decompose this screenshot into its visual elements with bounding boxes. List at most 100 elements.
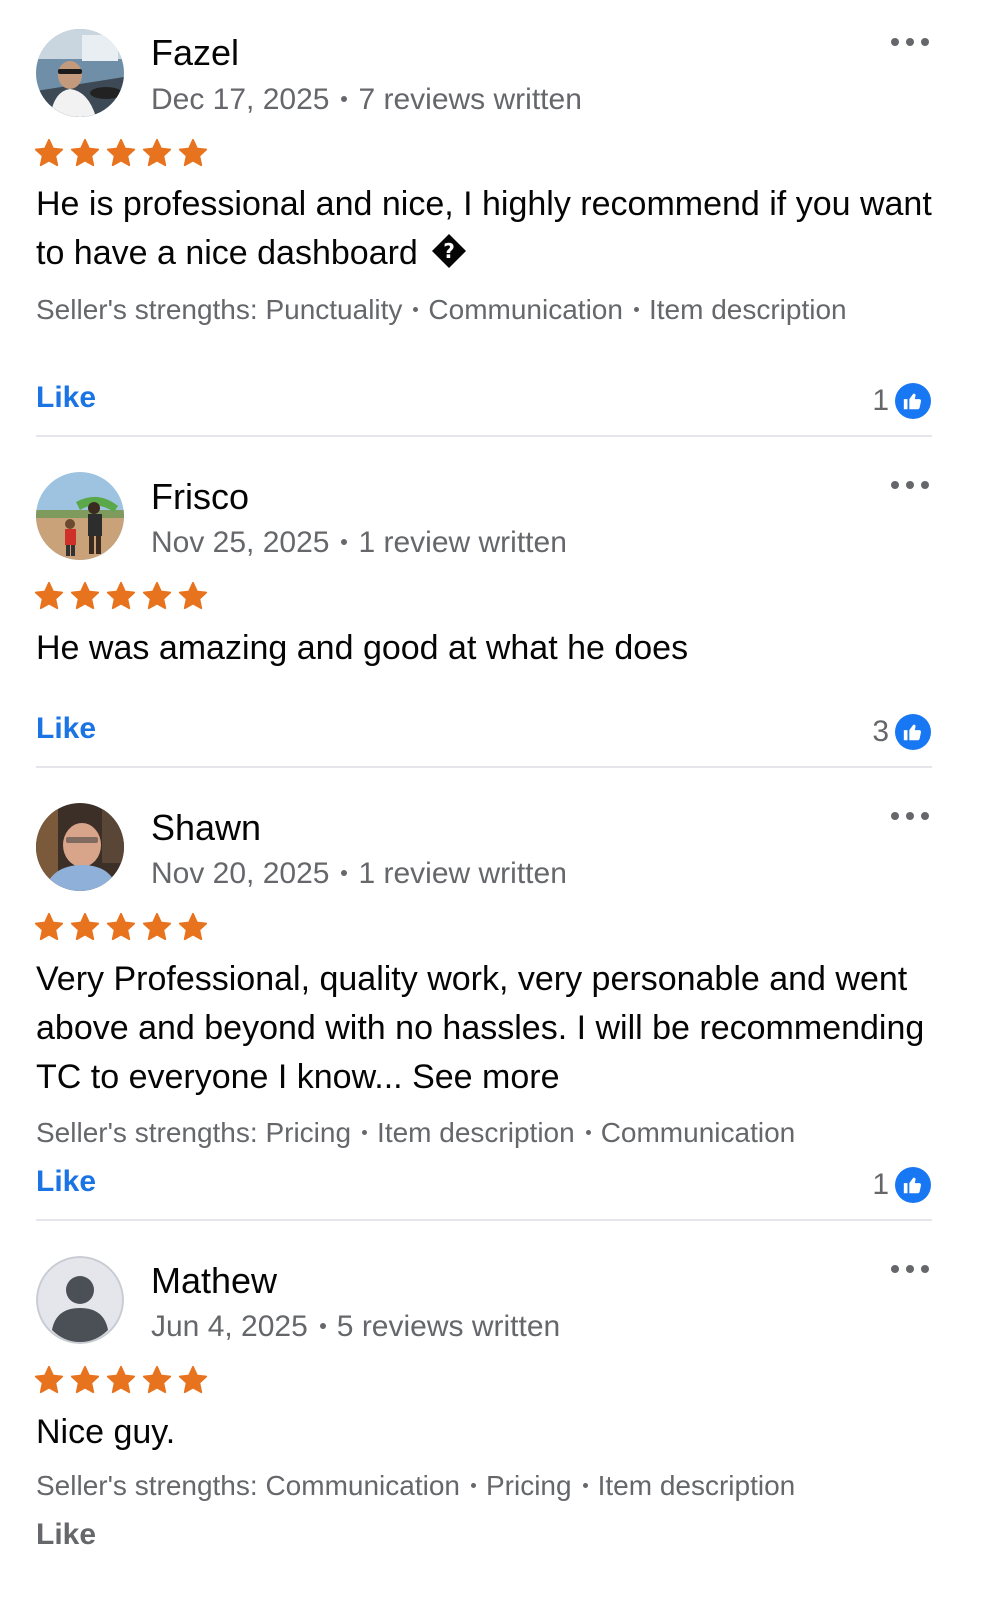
strength-item: Item description <box>377 1117 575 1148</box>
like-button[interactable]: Like <box>36 1518 96 1552</box>
like-count-number: 3 <box>872 715 889 748</box>
review-card: Fazel Dec 17, 2025 7 reviews written He i… <box>0 0 987 438</box>
strength-item: Pricing <box>265 1117 352 1148</box>
separator-dot <box>413 307 419 313</box>
strengths-label: Seller's strengths: <box>36 1117 258 1148</box>
review-text: He is professional and nice, I highly re… <box>36 180 936 278</box>
star-icon <box>70 138 100 167</box>
strength-item: Communication <box>428 294 623 325</box>
star-icon <box>178 1365 208 1394</box>
review-date: Jun 4, 2025 <box>151 1310 308 1343</box>
star-icon <box>106 581 136 610</box>
separator-dot <box>341 539 348 546</box>
avatar[interactable] <box>36 1256 124 1344</box>
reviews-written-count[interactable]: 1 review written <box>358 857 566 890</box>
more-options-icon[interactable] <box>891 479 929 491</box>
star-icon <box>106 138 136 167</box>
strength-item: Item description <box>648 294 847 325</box>
reviews-written-count[interactable]: 1 review written <box>358 526 566 559</box>
more-options-icon[interactable] <box>891 810 929 822</box>
like-count-number: 1 <box>872 1168 889 1201</box>
like-count[interactable]: 3 <box>872 714 931 750</box>
thumbs-up-icon <box>895 714 931 750</box>
thumbs-up-icon <box>895 1167 931 1203</box>
separator-dot <box>341 96 348 103</box>
more-options-icon[interactable] <box>891 36 929 48</box>
star-icon <box>34 1365 64 1394</box>
avatar-photo-icon <box>36 472 124 560</box>
divider <box>36 766 932 768</box>
star-icon <box>70 581 100 610</box>
star-icon <box>106 1365 136 1394</box>
divider <box>36 435 932 437</box>
seller-strengths: Seller's strengths: Pricing Item descript… <box>36 1113 936 1153</box>
strength-item: Communication <box>265 1470 460 1501</box>
star-rating <box>34 1365 208 1395</box>
seller-strengths: Seller's strengths: Punctuality Communica… <box>36 290 936 330</box>
review-card: Frisco Nov 25, 2025 1 review written He w… <box>0 438 987 769</box>
review-date: Nov 25, 2025 <box>151 526 330 559</box>
strength-item: Communication <box>600 1117 796 1148</box>
separator-dot <box>633 307 639 313</box>
avatar[interactable] <box>36 803 124 891</box>
strength-item: Punctuality <box>265 294 403 325</box>
review-card: Shawn Nov 20, 2025 1 review written Very … <box>0 769 987 1222</box>
review-meta: Jun 4, 2025 5 reviews written <box>151 1310 560 1344</box>
review-text-body: He is professional and nice, I highly re… <box>36 185 932 272</box>
avatar[interactable] <box>36 472 124 560</box>
review-text: Very Professional, quality work, very pe… <box>36 955 936 1102</box>
review-text: Nice guy. <box>36 1413 176 1451</box>
star-icon <box>70 912 100 941</box>
review-meta: Dec 17, 2025 7 reviews written <box>151 83 582 117</box>
star-icon <box>142 138 172 167</box>
star-rating <box>34 138 208 168</box>
more-options-icon[interactable] <box>891 1263 929 1275</box>
reviewer-name[interactable]: Shawn <box>151 808 261 848</box>
strength-item: Pricing <box>485 1470 572 1501</box>
person-silhouette-icon <box>36 1256 124 1344</box>
avatar-photo-icon <box>36 803 124 891</box>
star-icon <box>34 138 64 167</box>
star-icon <box>178 912 208 941</box>
separator-dot <box>470 1483 476 1489</box>
review-date: Nov 20, 2025 <box>151 857 330 890</box>
star-rating <box>34 581 208 611</box>
separator-dot <box>341 870 348 877</box>
star-icon <box>34 581 64 610</box>
reviews-written-count[interactable]: 5 reviews written <box>337 1310 560 1343</box>
star-icon <box>178 138 208 167</box>
review-date: Dec 17, 2025 <box>151 83 330 116</box>
reviews-written-count[interactable]: 7 reviews written <box>358 83 581 116</box>
star-icon <box>70 1365 100 1394</box>
separator-dot <box>319 1323 326 1330</box>
like-count-number: 1 <box>872 384 889 417</box>
review-card: Mathew Jun 4, 2025 5 reviews written Nice… <box>0 1222 987 1600</box>
like-count[interactable]: 1 <box>872 1167 931 1203</box>
see-more-link[interactable]: See more <box>412 1058 559 1096</box>
like-button[interactable]: Like <box>36 712 96 746</box>
review-text: He was amazing and good at what he does <box>36 629 689 667</box>
strengths-label: Seller's strengths: <box>36 294 258 325</box>
star-icon <box>142 1365 172 1394</box>
star-icon <box>142 912 172 941</box>
seller-strengths: Seller's strengths: Communication Pricing… <box>36 1466 936 1506</box>
thumbs-up-icon <box>895 383 931 419</box>
reviewer-name[interactable]: Frisco <box>151 477 249 517</box>
reviewer-name[interactable]: Fazel <box>151 33 239 73</box>
separator-dot <box>582 1483 588 1489</box>
strengths-label: Seller's strengths: <box>36 1470 258 1501</box>
replacement-glyph-icon: ? <box>432 234 467 268</box>
avatar[interactable] <box>36 29 124 117</box>
star-icon <box>178 581 208 610</box>
strength-item: Item description <box>597 1470 796 1501</box>
like-button[interactable]: Like <box>36 381 96 415</box>
like-count[interactable]: 1 <box>872 383 931 419</box>
divider <box>36 1219 932 1221</box>
star-icon <box>142 581 172 610</box>
separator-dot <box>585 1130 591 1136</box>
reviewer-name[interactable]: Mathew <box>151 1261 277 1301</box>
svg-text:?: ? <box>443 239 455 263</box>
star-rating <box>34 912 208 942</box>
like-button[interactable]: Like <box>36 1165 96 1199</box>
review-meta: Nov 25, 2025 1 review written <box>151 526 567 560</box>
